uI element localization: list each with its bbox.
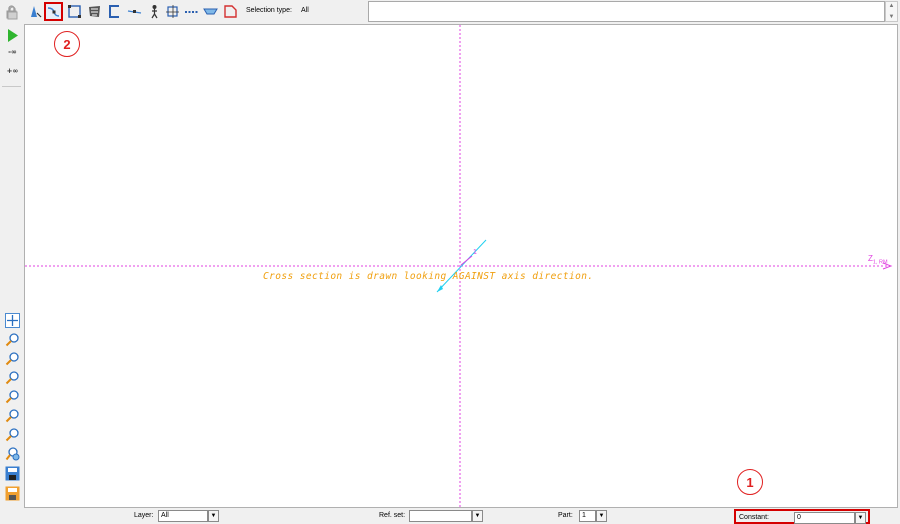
minus-infinity-button[interactable]: -∞ xyxy=(4,43,21,60)
select-region-icon[interactable] xyxy=(86,3,103,20)
ref-set-label: Ref. set: xyxy=(379,512,406,519)
divider xyxy=(2,86,21,87)
select-face-icon[interactable] xyxy=(202,3,219,20)
zoom-icon[interactable] xyxy=(4,350,21,367)
zoom-settings-icon[interactable] xyxy=(4,445,21,462)
padlock-icon[interactable] xyxy=(4,4,21,21)
select-rectangle-icon[interactable] xyxy=(66,3,83,20)
origin-marker xyxy=(460,255,473,266)
select-curve-icon xyxy=(47,7,60,17)
axis-label-sub: 1, RM xyxy=(872,259,888,266)
chevron-down-icon[interactable]: ▼ xyxy=(208,510,219,522)
constant-label: Constant: xyxy=(739,514,769,521)
zoom-icon[interactable] xyxy=(4,407,21,424)
status-bar: Layer: All ▼ Ref. set: ▼ Part: 1 ▼ Const… xyxy=(0,508,900,524)
load-view-icon[interactable] xyxy=(4,485,21,502)
axis-label: Z1, RM xyxy=(868,254,888,266)
top-toolbar: Selection type: All ▲ ▼ xyxy=(0,0,900,24)
left-toolbar: -∞ +∞ xyxy=(0,24,24,508)
select-section-icon[interactable] xyxy=(106,3,123,20)
callout-2: 2 xyxy=(54,31,80,57)
zoom-icon[interactable] xyxy=(4,388,21,405)
selection-list-field[interactable] xyxy=(368,1,885,22)
cross-section-note: Cross section is drawn looking AGAINST a… xyxy=(263,271,594,282)
select-line-icon[interactable] xyxy=(126,3,143,20)
chevron-down-icon[interactable]: ▼ xyxy=(472,510,483,522)
constant-group-highlight: Constant: 0 ▼ xyxy=(734,509,870,524)
plus-infinity-button[interactable]: +∞ xyxy=(4,62,21,79)
origin-label: 1 xyxy=(473,249,477,256)
chevron-down-icon[interactable]: ▼ xyxy=(596,510,607,522)
constant-select[interactable]: 0 xyxy=(794,512,855,524)
zoom-icon[interactable] xyxy=(4,369,21,386)
ref-set-select[interactable] xyxy=(409,510,472,522)
save-view-icon[interactable] xyxy=(4,465,21,482)
pan-icon[interactable] xyxy=(4,312,21,329)
selection-type-value[interactable]: All xyxy=(301,7,309,14)
select-frame-icon[interactable] xyxy=(164,3,181,20)
layer-select[interactable]: All xyxy=(158,510,208,522)
select-corner-icon[interactable] xyxy=(222,3,239,20)
select-dashed-icon[interactable] xyxy=(183,3,200,20)
drawing-canvas[interactable]: 1 Cross section is drawn looking AGAINST… xyxy=(24,24,898,509)
chevron-down-icon[interactable]: ▼ xyxy=(855,512,866,524)
scroll-down-icon[interactable]: ▼ xyxy=(889,14,895,20)
selection-list-scrollbar[interactable]: ▲ ▼ xyxy=(885,1,898,22)
part-select[interactable]: 1 xyxy=(579,510,596,522)
play-icon[interactable] xyxy=(4,27,21,44)
select-figure-icon[interactable] xyxy=(146,3,163,20)
zoom-icon[interactable] xyxy=(4,426,21,443)
callout-1: 1 xyxy=(737,469,763,495)
part-label: Part: xyxy=(558,512,573,519)
snap-mode-icon[interactable] xyxy=(27,3,44,20)
canvas-graphics xyxy=(25,25,893,509)
selection-type-label: Selection type: xyxy=(246,7,292,14)
select-curve-button[interactable] xyxy=(44,2,63,21)
scroll-up-icon[interactable]: ▲ xyxy=(889,3,895,9)
zoom-icon[interactable] xyxy=(4,331,21,348)
layer-label: Layer: xyxy=(134,512,154,519)
